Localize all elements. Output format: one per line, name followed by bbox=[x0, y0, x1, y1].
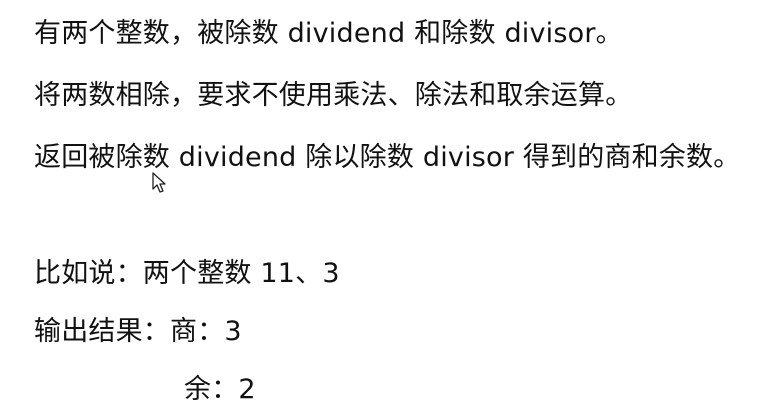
mouse-pointer-icon bbox=[152, 172, 166, 193]
example-output-line: 输出结果：商：3 bbox=[34, 316, 242, 347]
example-input-line: 比如说：两个整数 11、3 bbox=[34, 258, 340, 289]
problem-line-2: 将两数相除，要求不使用乘法、除法和取余运算。 bbox=[34, 80, 633, 111]
problem-line-3: 返回被除数 dividend 除以除数 divisor 得到的商和余数。 bbox=[34, 142, 741, 173]
example-remainder-line: 余：2 bbox=[184, 374, 256, 405]
problem-line-1: 有两个整数，被除数 dividend 和除数 divisor。 bbox=[34, 18, 623, 49]
